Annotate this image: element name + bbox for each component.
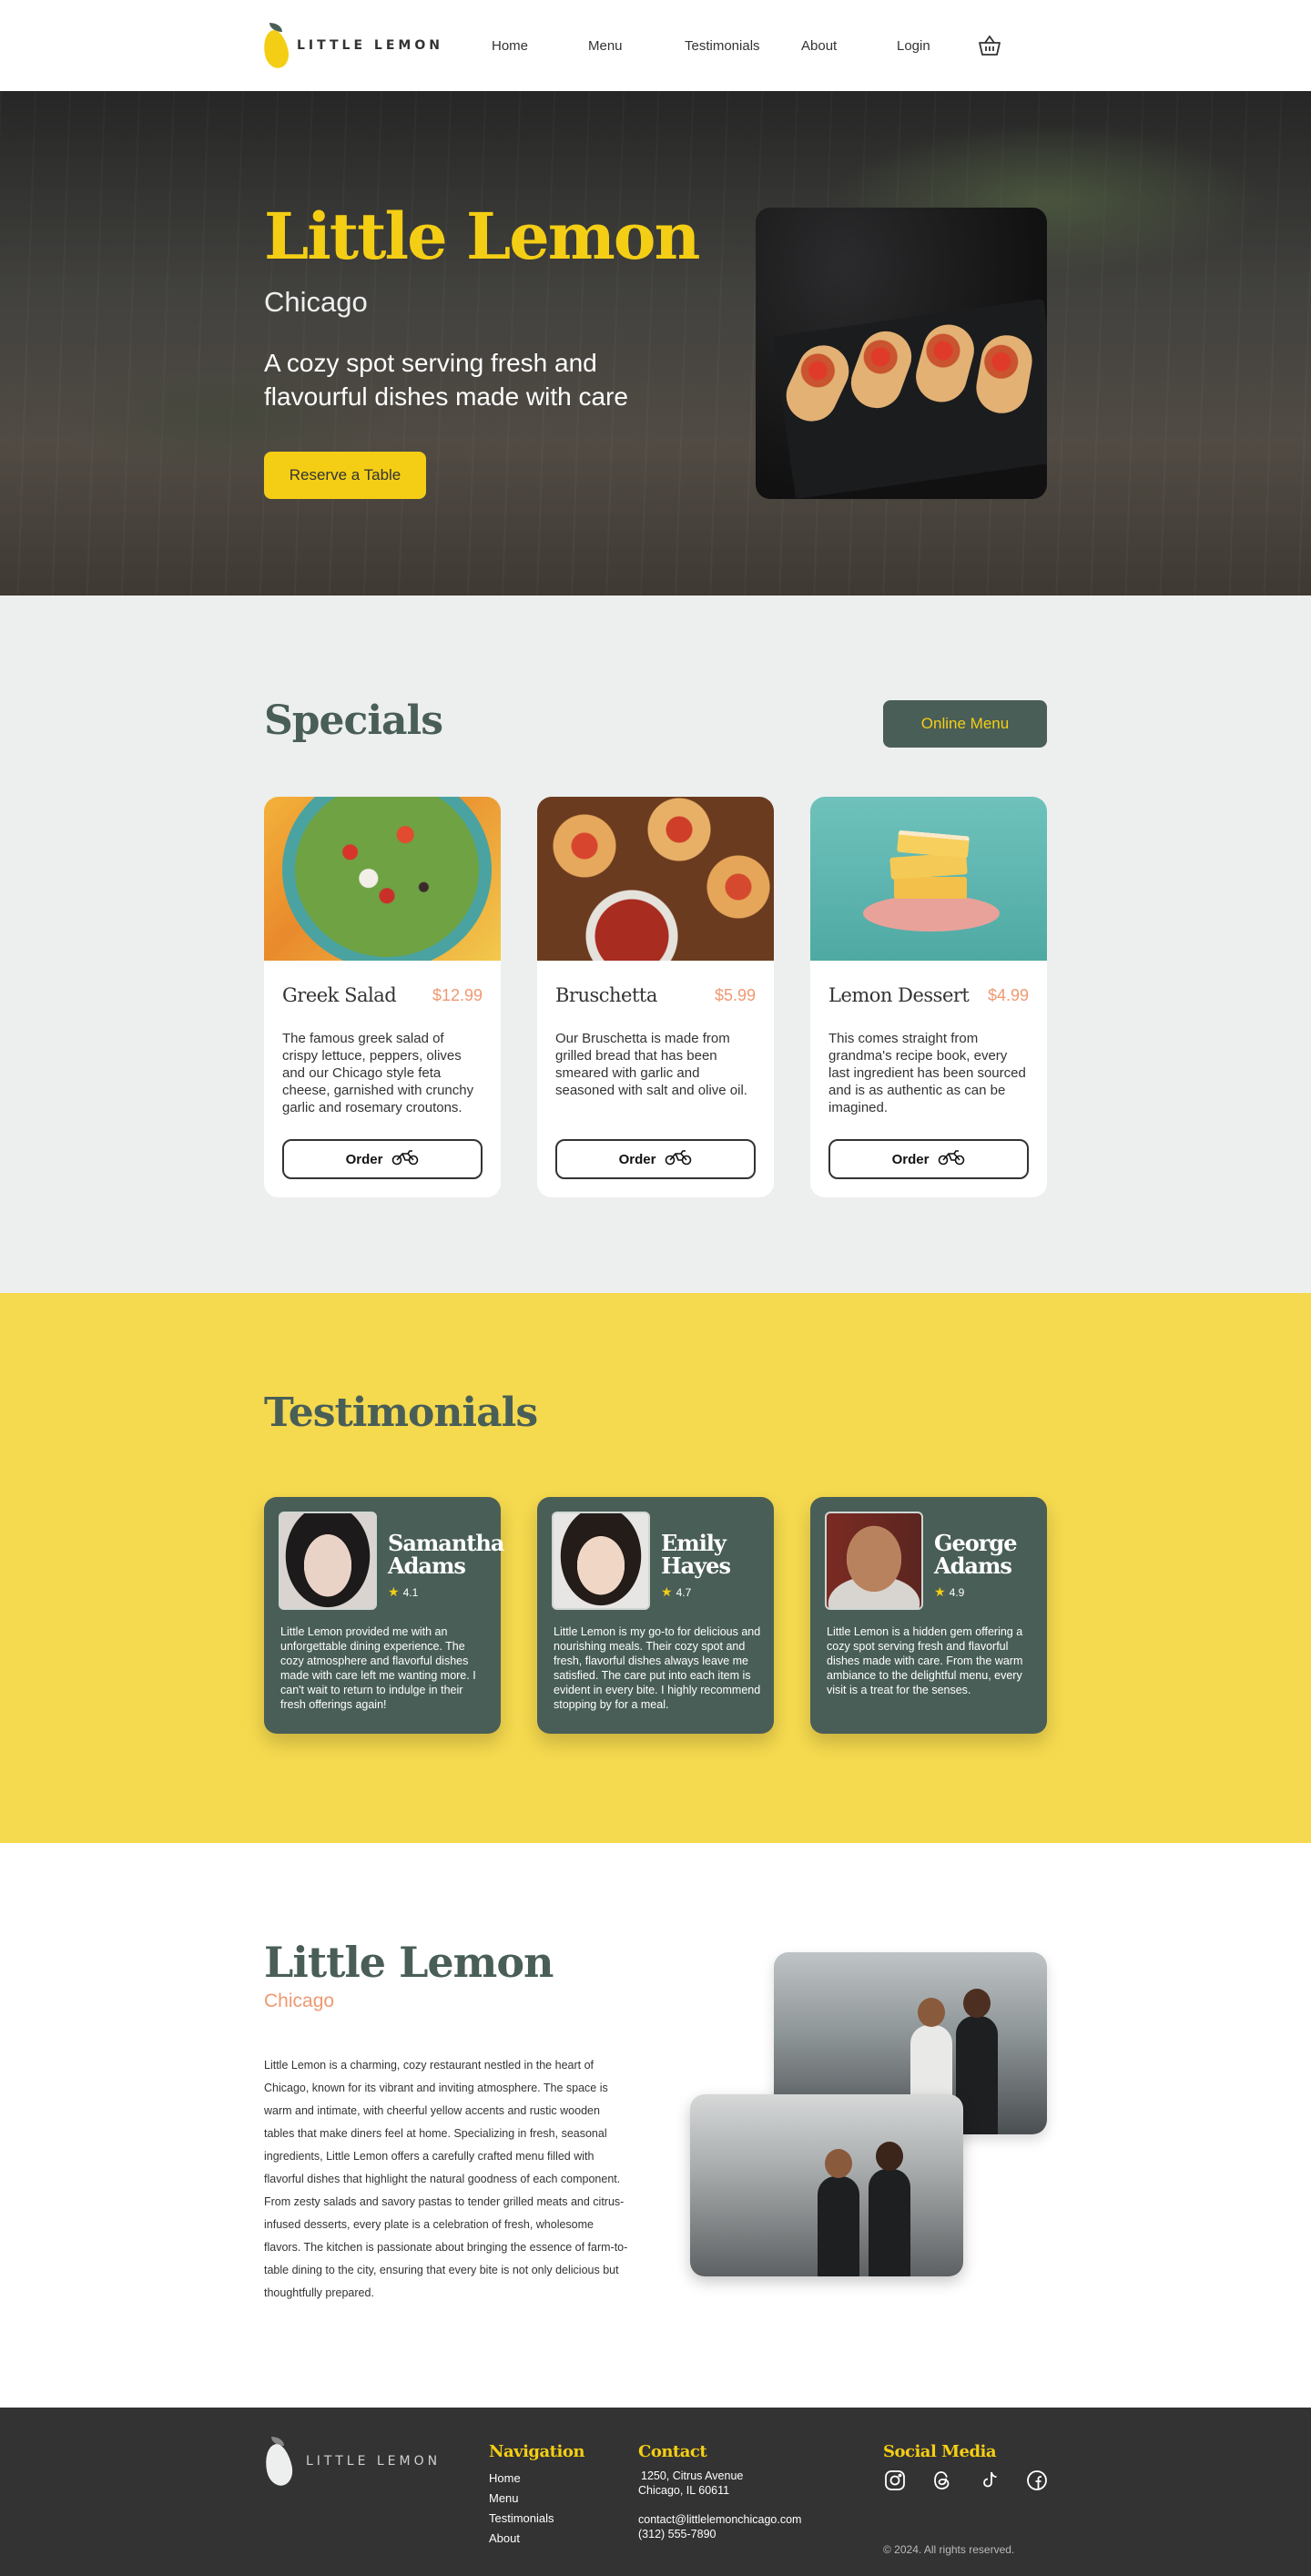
testimonial-name: Samantha Adams bbox=[388, 1530, 504, 1579]
rating: ★ 4.1 bbox=[388, 1584, 418, 1600]
rating: ★ 4.7 bbox=[661, 1584, 691, 1600]
hero-title: Little Lemon bbox=[264, 199, 700, 274]
hero-section: Little Lemon Chicago A cozy spot serving… bbox=[0, 91, 1311, 596]
rating-value: 4.9 bbox=[949, 1585, 965, 1599]
footer-navigation-title: Navigation bbox=[489, 2442, 584, 2461]
special-card: Lemon Dessert $4.99 This comes straight … bbox=[810, 797, 1047, 1197]
footer-social-title: Social Media bbox=[883, 2442, 997, 2461]
order-button[interactable]: Order bbox=[282, 1139, 483, 1179]
testimonials-section: Testimonials Samantha Adams ★ 4.1 Little… bbox=[0, 1293, 1311, 1843]
testimonial-quote: Little Lemon provided me with an unforge… bbox=[280, 1625, 476, 1711]
address-line-1: 1250, Citrus Avenue bbox=[641, 2469, 744, 2482]
delivery-bike-icon bbox=[391, 1149, 419, 1169]
special-description: Our Bruschetta is made from grilled brea… bbox=[555, 1031, 747, 1098]
contact-phone[interactable]: (312) 555-7890 bbox=[638, 2527, 801, 2541]
avatar bbox=[825, 1512, 923, 1610]
testimonial-card: Samantha Adams ★ 4.1 Little Lemon provid… bbox=[264, 1497, 504, 1734]
rating: ★ 4.9 bbox=[934, 1584, 964, 1600]
footer-link-about[interactable]: About bbox=[489, 2529, 584, 2549]
about-title: Little Lemon bbox=[264, 1938, 554, 1987]
order-button[interactable]: Order bbox=[555, 1139, 756, 1179]
footer-link-testimonials[interactable]: Testimonials bbox=[489, 2509, 584, 2529]
rating-value: 4.1 bbox=[402, 1585, 419, 1599]
top-nav: LITTLE LEMON Home Menu Testimonials Abou… bbox=[0, 0, 1311, 91]
hero-subtitle: Chicago bbox=[264, 286, 368, 318]
order-label: Order bbox=[891, 1151, 930, 1167]
hero-description: A cozy spot serving fresh and flavourful… bbox=[264, 349, 628, 411]
address-line-2: Chicago, IL 60611 bbox=[638, 2484, 730, 2497]
basket-icon[interactable] bbox=[977, 34, 1002, 57]
testimonials-title: Testimonials bbox=[264, 1390, 538, 1436]
lemon-logo-icon bbox=[261, 2437, 296, 2489]
hero-food-image bbox=[756, 208, 1047, 499]
testimonials-list: Samantha Adams ★ 4.1 Little Lemon provid… bbox=[264, 1497, 1047, 1734]
facebook-icon[interactable] bbox=[1025, 2469, 1049, 2492]
brand-name: LITTLE LEMON bbox=[297, 38, 443, 53]
rating-value: 4.7 bbox=[676, 1585, 692, 1599]
star-icon: ★ bbox=[661, 1584, 673, 1599]
nav-link-menu[interactable]: Menu bbox=[588, 38, 685, 54]
brand-logo[interactable]: LITTLE LEMON bbox=[259, 23, 446, 71]
testimonial-name: Emily Hayes bbox=[661, 1530, 731, 1579]
footer-logo[interactable]: LITTLE LEMON bbox=[261, 2437, 442, 2489]
footer: LITTLE LEMON Navigation Home Menu Testim… bbox=[0, 2408, 1311, 2576]
special-name: Bruschetta bbox=[555, 984, 657, 1006]
chefs-cooking-image bbox=[690, 2094, 963, 2276]
instagram-icon[interactable] bbox=[883, 2469, 907, 2492]
reserve-table-button[interactable]: Reserve a Table bbox=[264, 452, 426, 499]
nav-link-home[interactable]: Home bbox=[492, 38, 588, 54]
special-name: Greek Salad bbox=[282, 984, 397, 1006]
lemon-dessert-image bbox=[810, 797, 1047, 961]
order-button[interactable]: Order bbox=[828, 1139, 1029, 1179]
testimonial-card: George Adams ★ 4.9 Little Lemon is a hid… bbox=[810, 1497, 1047, 1734]
threads-icon[interactable] bbox=[930, 2469, 954, 2492]
footer-contact-title: Contact bbox=[638, 2442, 707, 2461]
star-icon: ★ bbox=[388, 1584, 400, 1599]
specials-title: Specials bbox=[264, 697, 443, 744]
avatar bbox=[552, 1512, 650, 1610]
special-price: $12.99 bbox=[432, 985, 483, 1004]
social-links bbox=[883, 2469, 1049, 2492]
greek-salad-image bbox=[264, 797, 501, 961]
footer-social: Social Media bbox=[883, 2442, 1049, 2492]
special-card: Bruschetta $5.99 Our Bruschetta is made … bbox=[537, 797, 774, 1197]
about-subtitle: Chicago bbox=[264, 1991, 335, 2011]
contact-email[interactable]: contact@littlelemonchicago.com bbox=[638, 2512, 801, 2527]
special-card: Greek Salad $12.99 The famous greek sala… bbox=[264, 797, 501, 1197]
footer-brand-name: LITTLE LEMON bbox=[306, 2454, 442, 2469]
footer-link-home[interactable]: Home bbox=[489, 2469, 584, 2489]
specials-section: Specials Online Menu Greek Salad $12.99 … bbox=[0, 596, 1311, 1293]
special-price: $5.99 bbox=[714, 985, 756, 1004]
delivery-bike-icon bbox=[938, 1149, 965, 1169]
special-description: The famous greek salad of crispy lettuce… bbox=[282, 1031, 474, 1115]
star-icon: ★ bbox=[934, 1584, 946, 1599]
footer-navigation: Navigation Home Menu Testimonials About bbox=[489, 2442, 584, 2549]
order-label: Order bbox=[618, 1151, 656, 1167]
testimonial-quote: Little Lemon is my go-to for delicious a… bbox=[554, 1625, 761, 1711]
nav-link-login[interactable]: Login bbox=[897, 38, 970, 54]
delivery-bike-icon bbox=[665, 1149, 692, 1169]
testimonial-card: Emily Hayes ★ 4.7 Little Lemon is my go-… bbox=[537, 1497, 774, 1734]
testimonial-quote: Little Lemon is a hidden gem offering a … bbox=[827, 1625, 1023, 1696]
nav-links: Home Menu Testimonials About Login bbox=[492, 38, 970, 54]
about-text: Little Lemon is a charming, cozy restaur… bbox=[264, 2059, 628, 2299]
lemon-logo-icon bbox=[259, 23, 292, 71]
special-name: Lemon Dessert bbox=[828, 984, 970, 1006]
nav-link-about[interactable]: About bbox=[801, 38, 897, 54]
footer-contact: Contact 1250, Citrus Avenue Chicago, IL … bbox=[638, 2442, 801, 2541]
special-price: $4.99 bbox=[987, 985, 1029, 1004]
bruschetta-image bbox=[537, 797, 774, 961]
footer-link-menu[interactable]: Menu bbox=[489, 2489, 584, 2509]
order-label: Order bbox=[345, 1151, 383, 1167]
avatar bbox=[279, 1512, 377, 1610]
copyright: © 2024. All rights reserved. bbox=[883, 2543, 1015, 2556]
tiktok-icon[interactable] bbox=[978, 2469, 1001, 2492]
online-menu-button[interactable]: Online Menu bbox=[883, 700, 1047, 748]
nav-link-testimonials[interactable]: Testimonials bbox=[685, 38, 801, 54]
about-section: Little Lemon Chicago Little Lemon is a c… bbox=[0, 1843, 1311, 2408]
special-description: This comes straight from grandma's recip… bbox=[828, 1031, 1026, 1115]
specials-list: Greek Salad $12.99 The famous greek sala… bbox=[264, 797, 1047, 1197]
testimonial-name: George Adams bbox=[934, 1530, 1017, 1579]
